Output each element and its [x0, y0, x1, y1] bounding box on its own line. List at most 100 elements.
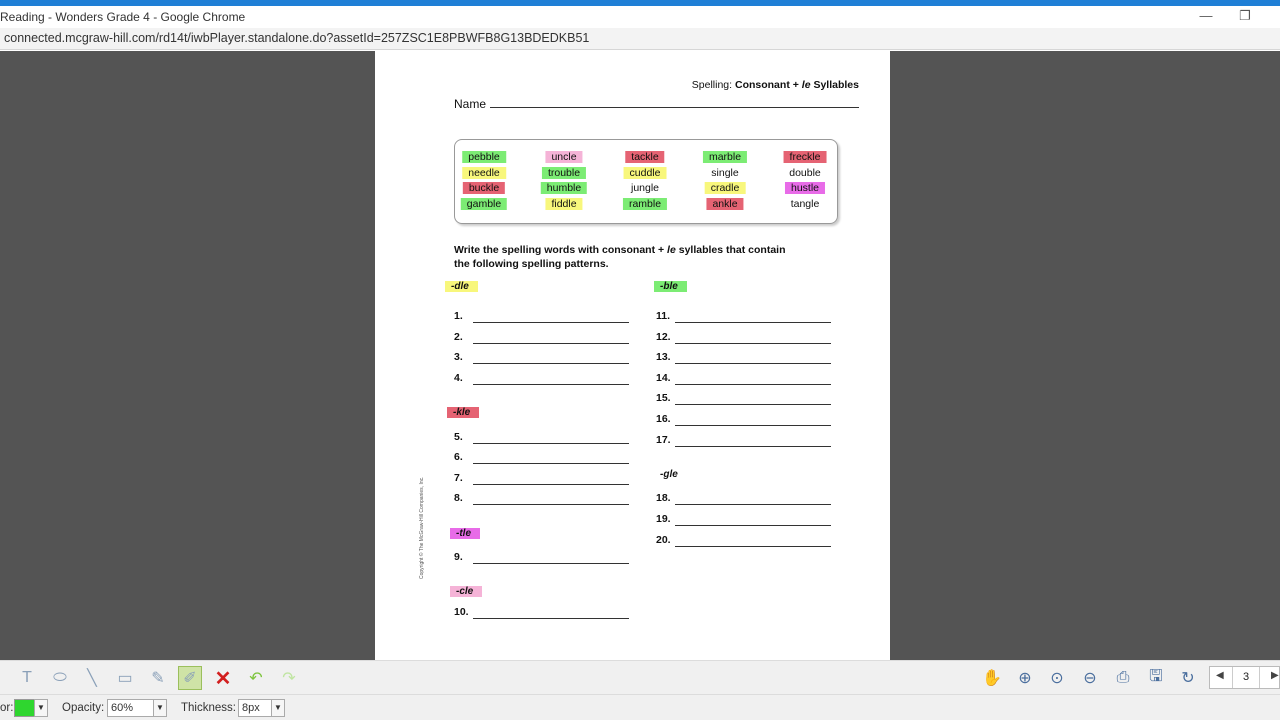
spelling-word-box: pebble uncle tackle marble freckle needle trou…	[454, 139, 838, 224]
print-icon[interactable]: ⎙	[1111, 666, 1135, 690]
save-icon[interactable]: 🖫	[1144, 666, 1168, 690]
undo-icon[interactable]: ↶	[244, 666, 268, 690]
spelling-word: ankle	[706, 198, 744, 210]
text-tool-icon[interactable]: T	[15, 666, 39, 690]
spelling-word: pebble	[462, 151, 506, 163]
answer-line[interactable]	[675, 343, 831, 344]
answer-line[interactable]	[675, 384, 831, 385]
spelling-word: marble	[702, 151, 748, 163]
header-prefix: Spelling:	[691, 79, 735, 91]
thickness-label: Thickness:	[181, 702, 236, 714]
spelling-word: needle	[462, 167, 506, 179]
answer-line[interactable]	[473, 484, 629, 485]
item-number: 3.	[454, 351, 463, 363]
item-number: 9.	[454, 551, 463, 563]
ellipse-tool-icon[interactable]: ⬭	[48, 666, 72, 690]
pencil-tool-icon[interactable]: ✎	[146, 666, 170, 690]
hand-pan-icon[interactable]: ✋	[980, 666, 1004, 690]
answer-line[interactable]	[675, 525, 831, 526]
opacity-label: Opacity:	[62, 702, 105, 714]
color-dropdown-arrow[interactable]: ▼	[34, 699, 48, 717]
minimize-button[interactable]: —	[1191, 7, 1221, 27]
answer-line[interactable]	[675, 425, 831, 426]
answer-line[interactable]	[473, 322, 629, 323]
thickness-dropdown-arrow[interactable]: ▼	[271, 699, 285, 717]
redo-icon[interactable]: ↷	[277, 666, 301, 690]
spelling-word: double	[789, 167, 821, 179]
spelling-word: cradle	[704, 182, 746, 194]
answer-line[interactable]	[473, 363, 629, 364]
header-title-a: Consonant +	[734, 79, 802, 91]
url-text[interactable]: connected.mcgraw-hill.com/rd14t/iwbPlaye…	[4, 31, 589, 45]
pattern-heading: -tle	[450, 528, 480, 539]
zoom-in-icon[interactable]: ⊕	[1013, 666, 1037, 690]
refresh-icon[interactable]: ↻	[1176, 666, 1200, 690]
answer-line[interactable]	[675, 446, 831, 447]
page-navigator: ◀ 3 ▶	[1209, 666, 1280, 689]
item-number: 20.	[656, 534, 671, 546]
item-number: 15.	[656, 392, 671, 404]
instruction-le: le	[667, 244, 676, 256]
item-number: 8.	[454, 492, 463, 504]
spelling-word: humble	[540, 182, 588, 194]
item-number: 6.	[454, 451, 463, 463]
thickness-select[interactable]: 8px	[238, 699, 272, 717]
delete-icon[interactable]: ✕	[211, 666, 235, 690]
spelling-word: fiddle	[545, 198, 583, 210]
item-number: 7.	[454, 472, 463, 484]
rectangle-tool-icon[interactable]: ▭	[113, 666, 137, 690]
item-number: 10.	[454, 606, 469, 618]
answer-line[interactable]	[473, 384, 629, 385]
pattern-heading: -cle	[450, 586, 483, 597]
color-swatch[interactable]	[14, 699, 35, 717]
window-title: Reading - Wonders Grade 4 - Google Chrom…	[0, 10, 246, 24]
spelling-word: trouble	[541, 167, 587, 179]
page-number-field[interactable]: 3	[1232, 667, 1260, 688]
pattern-heading: -gle	[660, 469, 678, 480]
color-label: or:	[0, 702, 14, 714]
opacity-dropdown-arrow[interactable]: ▼	[153, 699, 167, 717]
item-number: 17.	[656, 434, 671, 446]
answer-line[interactable]	[675, 504, 831, 505]
pattern-heading: -dle	[445, 281, 478, 292]
worksheet-page[interactable]: Spelling: Consonant + le Syllables Name …	[375, 51, 890, 660]
answer-line[interactable]	[675, 546, 831, 547]
restore-button[interactable]: ❐	[1230, 7, 1260, 27]
annotation-toolbar: ◀ 3 ▶ T ⬭ ╲ ▭ ✎ ✐ ✕ ↶ ↷ ✋ ⊕ ⊙ ⊖ ⎙ 🖫 ↻	[0, 660, 1280, 694]
name-label: Name	[454, 97, 487, 111]
item-number: 4.	[454, 372, 463, 384]
line-tool-icon[interactable]: ╲	[80, 666, 104, 690]
item-number: 12.	[656, 331, 671, 343]
item-number: 14.	[656, 372, 671, 384]
spelling-word: single	[711, 167, 739, 179]
spelling-word: jungle	[630, 182, 660, 194]
address-bar[interactable]: connected.mcgraw-hill.com/rd14t/iwbPlaye…	[0, 28, 1280, 50]
title-bar: Reading - Wonders Grade 4 - Google Chrom…	[0, 6, 1280, 28]
spelling-word: tackle	[625, 151, 665, 163]
document-viewer: Spelling: Consonant + le Syllables Name …	[0, 51, 1280, 660]
spelling-word: buckle	[462, 182, 506, 194]
options-bar: or: ▼ Opacity: 60% ▼ Thickness: 8px ▼	[0, 694, 1280, 720]
answer-line[interactable]	[675, 363, 831, 364]
spelling-word: cuddle	[623, 167, 667, 179]
answer-line[interactable]	[675, 404, 831, 405]
zoom-fit-icon[interactable]: ⊙	[1045, 666, 1069, 690]
opacity-select[interactable]: 60%	[107, 699, 154, 717]
zoom-out-icon[interactable]: ⊖	[1078, 666, 1102, 690]
item-number: 11.	[656, 310, 671, 322]
item-number: 13.	[656, 351, 671, 363]
answer-line[interactable]	[473, 563, 629, 564]
prev-page-button[interactable]: ◀	[1216, 670, 1224, 681]
answer-line[interactable]	[473, 463, 629, 464]
answer-line[interactable]	[675, 322, 831, 323]
answer-line[interactable]	[473, 443, 629, 444]
item-number: 1.	[454, 310, 463, 322]
answer-line[interactable]	[473, 504, 629, 505]
spelling-word: uncle	[545, 151, 583, 163]
highlighter-tool-icon[interactable]: ✐	[178, 666, 202, 690]
next-page-button[interactable]: ▶	[1271, 670, 1279, 681]
item-number: 16.	[656, 413, 671, 425]
answer-line[interactable]	[473, 343, 629, 344]
item-number: 18.	[656, 492, 671, 504]
answer-line[interactable]	[473, 618, 629, 619]
